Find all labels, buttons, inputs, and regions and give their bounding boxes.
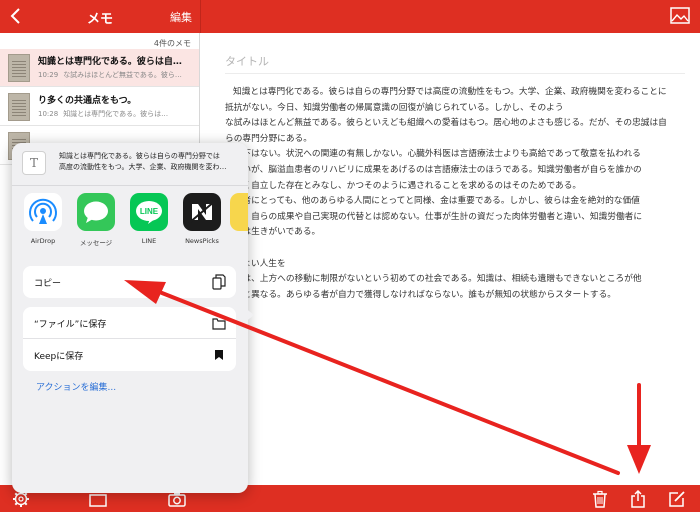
memo-thumbnail xyxy=(8,54,30,82)
save-to-files-action[interactable]: “ファイル”に保存 xyxy=(23,307,236,339)
popover-pointer xyxy=(244,307,254,323)
memo-body-text[interactable]: 知識とは専門化である。彼らは自らの専門分野では高度の流動性をもつ。大学、企業、政… xyxy=(225,85,700,303)
body-line xyxy=(225,241,700,257)
share-app-row: AirDrop メッセージ LINE LINE NewsPicks xyxy=(12,193,248,253)
body-line: 仕事は生きがいである。 xyxy=(225,227,321,238)
body-line: よりよい人生を xyxy=(225,258,286,269)
body-line: はなく自立した存在とみなし、かつそのように遇されることを求めるのはそのためである… xyxy=(225,180,582,191)
body-line: 社会は、上方への移動に制限がないという初めての社会である。知識は、相続も遺贈もで… xyxy=(225,274,642,285)
share-sheet: T 知識とは専門化である。彼らは自らの専門分野では 高度の流動性をもつ。大学、企… xyxy=(12,143,248,493)
body-line: ない。自らの成果や自己実現の代替とは認めない。仕事が生計の資だった肉体労働者と違… xyxy=(225,211,642,222)
share-sheet-divider xyxy=(12,185,248,186)
memo-list-item[interactable]: 知識とは専門化である。彼らは自… 10:29 な試みはほとんど無益である。彼ら… xyxy=(0,49,199,87)
memo-count: 4件のメモ xyxy=(153,39,191,48)
memo-title: り多くの共通点をもつ。 xyxy=(38,96,137,106)
share-icon[interactable] xyxy=(629,490,647,508)
body-line: 知識とは専門化である。彼らは自らの専門分野では高度の流動性をもつ。大学、企業、政… xyxy=(233,87,667,97)
body-line: 抵抗がない。今日、知識労働者の帰属意識の回復が論じられている。しかし、そのよう xyxy=(225,102,564,113)
title-field[interactable]: タイトル xyxy=(225,53,269,69)
trash-icon[interactable] xyxy=(591,490,609,508)
share-preview: T 知識とは専門化である。彼らは自らの専門分野では 高度の流動性をもつ。大学、企… xyxy=(12,143,248,183)
save-to-files-label: “ファイル”に保存 xyxy=(34,320,107,330)
memo-time: 10:29 xyxy=(38,71,59,79)
share-app-partial[interactable] xyxy=(230,193,248,231)
body-line: らの専門分野にある。 xyxy=(225,133,312,144)
app-label: メッセージ xyxy=(79,239,113,247)
app-label: AirDrop xyxy=(30,237,56,245)
text-document-icon: T xyxy=(22,151,46,175)
folder-icon xyxy=(212,318,226,330)
memo-time: 10:28 xyxy=(38,110,59,118)
top-navigation-bar: メモ 編集 xyxy=(0,0,700,33)
preview-line: 高度の流動性をもつ。大学、企業、政府機関を変わ… xyxy=(59,163,227,171)
messages-icon xyxy=(77,193,115,231)
bookmark-icon xyxy=(215,350,223,360)
share-app-airdrop[interactable]: AirDrop xyxy=(18,193,68,245)
notes-app-icon xyxy=(230,193,248,231)
body-line: れないが、脳溢血患者のリハビリに成果をあげるのは言語療法士のほうである。知識労働… xyxy=(225,164,642,175)
copy-action[interactable]: コピー xyxy=(23,266,236,298)
body-line: 労働者にとっても、他のあらゆる人間にとってと同様、金は重要である。しかし、彼らは… xyxy=(225,196,640,207)
image-icon[interactable] xyxy=(670,7,690,24)
memo-snippet: 知識とは専門化である。彼らは… xyxy=(63,110,169,118)
body-line: 手段と異なる。あらゆる者が自力で獲得しなければならない。誰もが無知の状態からスタ… xyxy=(225,289,616,300)
header-divider xyxy=(200,0,201,33)
share-preview-text: 知識とは専門化である。彼らは自らの専門分野では 高度の流動性をもつ。大学、企業、… xyxy=(59,151,244,173)
save-actions-card: “ファイル”に保存 Keepに保存 xyxy=(23,307,236,371)
copy-action-card: コピー xyxy=(23,266,236,298)
share-app-messages[interactable]: メッセージ xyxy=(71,193,121,247)
app-label: NewsPicks xyxy=(185,237,219,245)
app-label: LINE xyxy=(141,237,157,245)
share-app-newspicks[interactable]: NewsPicks xyxy=(177,193,227,245)
memo-thumbnail xyxy=(8,93,30,121)
body-line: に上下はない。状況への関連の有無しかない。心臓外科医は言語療法士よりも高給であっ… xyxy=(225,149,641,160)
body-line: な試みはほとんど無益である。彼らといえども組織への愛着はもつ。居心地のよさも感じ… xyxy=(225,118,667,129)
edit-actions-link[interactable]: アクションを編集... xyxy=(36,380,116,393)
copy-label: コピー xyxy=(34,279,62,289)
line-icon: LINE xyxy=(130,193,168,231)
title-divider xyxy=(225,73,685,74)
memo-snippet: な試みはほとんど無益である。彼ら… xyxy=(63,71,182,79)
memo-list-item[interactable]: り多くの共通点をもつ。 10:28 知識とは専門化である。彼らは… xyxy=(0,88,199,126)
memo-subtitle: 10:28 知識とは専門化である。彼らは… xyxy=(38,109,193,119)
airdrop-icon xyxy=(24,193,62,231)
svg-text:LINE: LINE xyxy=(140,207,159,216)
compose-icon[interactable] xyxy=(668,490,686,508)
share-app-line[interactable]: LINE LINE xyxy=(124,193,174,245)
newspicks-icon xyxy=(183,193,221,231)
memo-title: 知識とは専門化である。彼らは自… xyxy=(38,57,182,67)
app-window: メモ 編集 4件のメモ 知識とは専門化である。彼らは自… 10:29 な試みはほと… xyxy=(0,0,700,512)
memo-editor[interactable]: タイトル 知識とは専門化である。彼らは自らの専門分野では高度の流動性をもつ。大学… xyxy=(201,33,700,485)
save-to-keep-action[interactable]: Keepに保存 xyxy=(23,339,236,371)
copy-icon xyxy=(212,274,226,290)
preview-line: 知識とは専門化である。彼らは自らの専門分野では xyxy=(59,152,220,160)
memo-subtitle: 10:29 な試みはほとんど無益である。彼ら… xyxy=(38,70,193,80)
save-to-keep-label: Keepに保存 xyxy=(34,352,84,362)
edit-button[interactable]: 編集 xyxy=(170,9,192,25)
